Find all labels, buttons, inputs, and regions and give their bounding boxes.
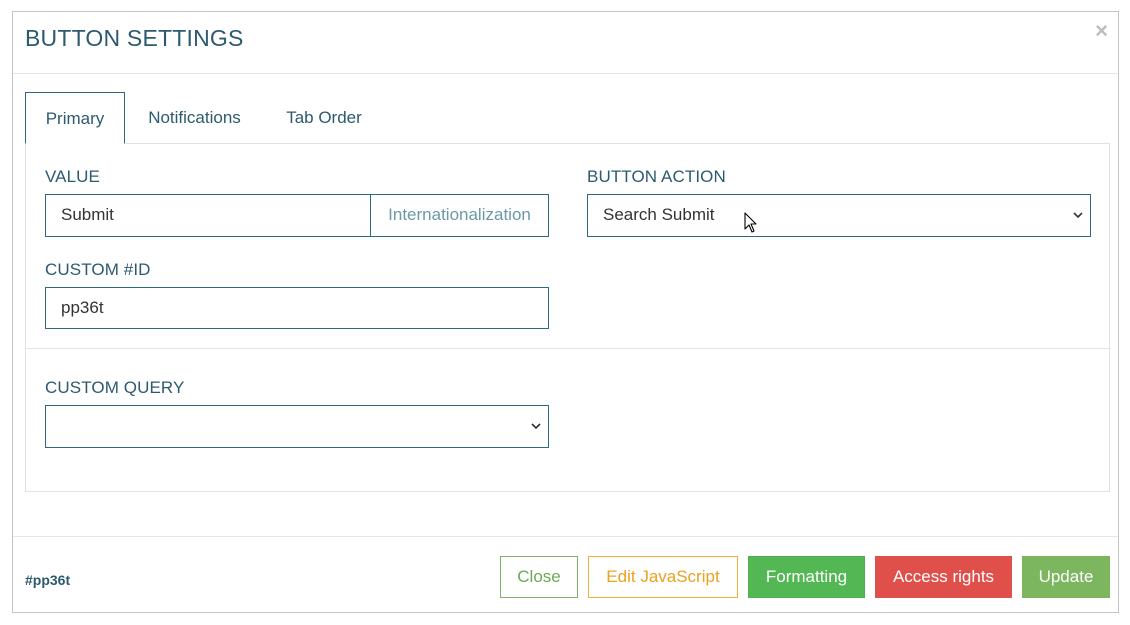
internationalization-button[interactable]: Internationalization [371, 194, 549, 237]
element-id-label: #pp36t [25, 572, 71, 588]
chevron-down-icon [1073, 212, 1083, 219]
button-settings-dialog: BUTTON SETTINGS × Primary Notifications … [12, 11, 1119, 613]
tab-notifications[interactable]: Notifications [137, 92, 252, 144]
tab-tab-order[interactable]: Tab Order [279, 92, 369, 144]
dialog-title: BUTTON SETTINGS [25, 25, 244, 51]
section-divider [26, 348, 1109, 349]
tab-primary[interactable]: Primary [25, 92, 125, 144]
custom-query-select[interactable] [45, 405, 549, 448]
custom-id-label: CUSTOM #ID [45, 260, 151, 279]
custom-id-input[interactable]: pp36t [45, 287, 549, 329]
access-rights-button[interactable]: Access rights [875, 556, 1012, 598]
button-action-label: BUTTON ACTION [587, 167, 726, 186]
button-action-select[interactable]: Search Submit [587, 194, 1091, 237]
close-icon[interactable]: × [1095, 18, 1108, 44]
edit-javascript-button[interactable]: Edit JavaScript [588, 556, 738, 598]
formatting-button[interactable]: Formatting [748, 556, 865, 598]
value-input[interactable]: Submit [45, 194, 371, 237]
mouse-pointer-icon [744, 212, 757, 233]
footer-divider [13, 536, 1118, 537]
custom-query-label: CUSTOM QUERY [45, 378, 185, 397]
chevron-down-icon [531, 423, 541, 430]
button-action-selected-value: Search Submit [603, 205, 715, 224]
update-button[interactable]: Update [1022, 556, 1110, 598]
dialog-header: BUTTON SETTINGS × [13, 12, 1118, 74]
value-label: VALUE [45, 167, 100, 186]
close-button[interactable]: Close [500, 556, 578, 598]
tab-bar: Primary Notifications Tab Order [25, 92, 1110, 144]
primary-tab-panel: VALUE Submit Internationalization BUTTON… [25, 143, 1110, 492]
